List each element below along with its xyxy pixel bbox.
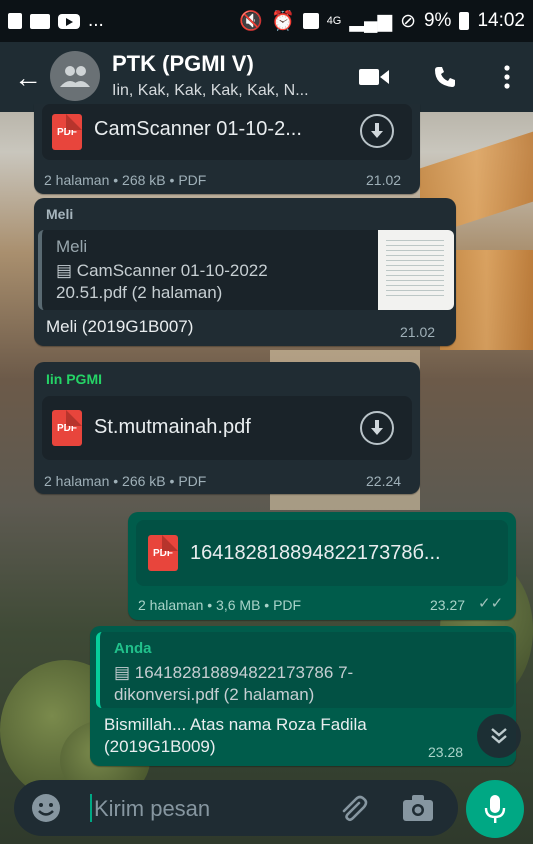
quote-author: Anda xyxy=(114,640,152,657)
file-meta: 2 halaman • 3,6 MB • PDF xyxy=(138,597,302,613)
message-bubble[interactable]: Iin PGMI PDF St.mutmainah.pdf 2 halaman … xyxy=(34,362,420,494)
quote-author: Meli xyxy=(56,237,88,256)
video-call-icon[interactable] xyxy=(357,60,391,94)
alarm-icon: ⏰ xyxy=(271,11,295,32)
emoji-icon[interactable] xyxy=(30,792,62,829)
document-attachment[interactable]: PDF 16418281889482217378б... xyxy=(136,520,508,586)
text-cursor xyxy=(90,794,92,822)
message-text-line: (2019G1B009) xyxy=(104,737,216,756)
mute-icon: 🔇 xyxy=(239,11,264,32)
message-time: 23.28 xyxy=(428,744,464,760)
quote-line: ▤ CamScanner 01-10-2022 xyxy=(56,260,268,281)
message-time: 23.27 xyxy=(430,597,466,613)
pdf-file-icon: PDF xyxy=(52,114,82,150)
battery-percent: 9% xyxy=(423,10,452,31)
quote-text: 20.51.pdf (2 halaman) xyxy=(56,283,223,302)
message-time: 21.02 xyxy=(366,172,402,188)
clock: 14:02 xyxy=(477,10,525,31)
pdf-file-icon: PDF xyxy=(148,535,178,571)
chat-participants[interactable]: Iin, Kak, Kak, Kak, Kak, N... xyxy=(112,82,309,100)
file-name: 16418281889482217378б... xyxy=(190,542,441,564)
pdf-file-icon: PDF xyxy=(52,410,82,446)
attach-icon[interactable] xyxy=(338,794,368,829)
message-bubble[interactable]: PDF CamScanner 01-10-2... 2 halaman • 26… xyxy=(34,104,420,194)
signal-icon: ▂▄▆ xyxy=(349,10,393,32)
file-name: St.mutmainah.pdf xyxy=(94,416,251,438)
message-bubble[interactable]: Anda ▤ 164182818894822173786 7- dikonver… xyxy=(90,626,516,766)
quoted-message[interactable]: Anda ▤ 164182818894822173786 7- dikonver… xyxy=(96,632,514,708)
thumbnail-lines xyxy=(386,240,444,300)
sender-name: Meli xyxy=(46,206,74,222)
network-type: 4G xyxy=(326,15,342,27)
group-icon xyxy=(60,66,90,87)
message-time: 21.02 xyxy=(400,324,436,340)
quote-line: ▤ 164182818894822173786 7- xyxy=(114,662,353,683)
document-icon: ▤ xyxy=(56,261,73,280)
quote-text: CamScanner 01-10-2022 xyxy=(76,261,268,280)
message-bubble[interactable]: Meli Meli ▤ CamScanner 01-10-2022 20.51.… xyxy=(34,198,456,346)
more-notifications: ... xyxy=(88,10,104,31)
voice-call-icon[interactable] xyxy=(428,60,462,94)
group-avatar[interactable] xyxy=(50,51,100,101)
message-time: 22.24 xyxy=(366,473,402,489)
message-input[interactable]: Kirim pesan xyxy=(94,796,210,822)
download-icon[interactable] xyxy=(360,411,394,445)
download-icon[interactable] xyxy=(360,114,394,148)
youtube-icon xyxy=(58,13,80,29)
double-check-icon: ✓✓ xyxy=(478,595,504,612)
document-attachment[interactable]: PDF CamScanner 01-10-2... xyxy=(42,104,412,160)
status-bar: ... 🔇 ⏰ 4G ▂▄▆ ⊘ 9% 14:02 xyxy=(0,0,533,42)
document-icon: ▤ xyxy=(114,663,131,682)
message-text-line: Bismillah... Atas nama Roza Fadila xyxy=(104,715,367,734)
battery-icon xyxy=(459,12,470,30)
camera-icon[interactable] xyxy=(402,794,434,827)
chat-header: ← PTK (PGMI V) Iin, Kak, Kak, Kak, Kak, … xyxy=(0,42,533,112)
nfc-icon xyxy=(302,13,319,29)
message-text: Meli (2019G1B007) xyxy=(46,317,194,336)
quote-text: dikonversi.pdf (2 halaman) xyxy=(114,685,315,704)
file-meta: 2 halaman • 268 kB • PDF xyxy=(44,172,207,188)
document-attachment[interactable]: PDF St.mutmainah.pdf xyxy=(42,396,412,460)
file-name: CamScanner 01-10-2... xyxy=(94,118,302,140)
file-meta: 2 halaman • 266 kB • PDF xyxy=(44,473,207,489)
dnd-icon: ⊘ xyxy=(400,10,416,32)
scroll-to-bottom-button[interactable] xyxy=(477,714,521,758)
quoted-message[interactable]: Meli ▤ CamScanner 01-10-2022 20.51.pdf (… xyxy=(38,230,454,310)
message-input-bar[interactable]: Kirim pesan xyxy=(14,780,458,836)
more-options-icon[interactable] xyxy=(490,60,524,94)
sender-name: Iin PGMI xyxy=(46,371,102,387)
message-bubble[interactable]: PDF 16418281889482217378б... 2 halaman •… xyxy=(128,512,516,620)
back-arrow-icon[interactable]: ← xyxy=(14,62,42,94)
quote-text: 164182818894822173786 7- xyxy=(134,663,354,682)
notification-icon xyxy=(8,13,22,29)
chat-title[interactable]: PTK (PGMI V) xyxy=(112,51,254,77)
microphone-icon xyxy=(484,795,506,823)
double-chevron-down-icon xyxy=(491,728,507,744)
voice-message-button[interactable] xyxy=(466,780,524,838)
folder-icon xyxy=(30,13,50,29)
document-thumbnail xyxy=(378,230,454,310)
